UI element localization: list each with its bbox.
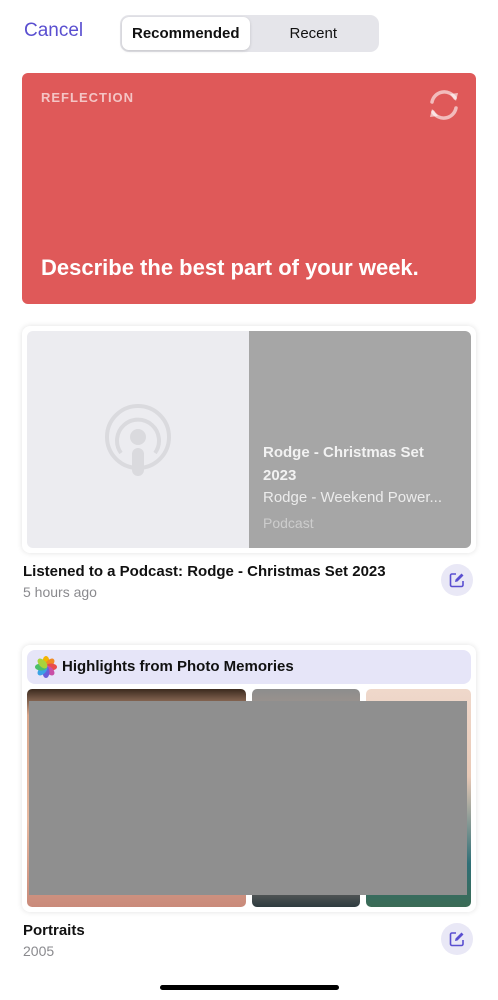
podcast-type-label: Podcast [263,515,314,531]
reflection-prompt: Describe the best part of your week. [41,255,419,280]
memories-entry-title: Portraits [23,922,85,939]
memories-title: Highlights from Photo Memories [62,658,294,675]
podcast-title: Rodge - Christmas Set 2023 [263,444,424,484]
top-bar: Cancel Recommended Recent [0,0,498,64]
cancel-button[interactable]: Cancel [24,20,83,42]
photos-app-icon [35,656,57,678]
podcast-subtitle: Rodge - Weekend Power... [263,489,442,506]
redaction-overlay [29,701,467,895]
memories-header: Highlights from Photo Memories [27,650,471,684]
compose-icon [449,932,464,947]
memories-entry-time: 2005 [23,943,55,959]
segmented-control: Recommended Recent [120,15,379,52]
podcast-entry-title: Listened to a Podcast: Rodge - Christmas… [23,563,386,580]
reflection-label: REFLECTION [41,90,135,105]
compose-icon [449,573,464,588]
podcast-card[interactable]: Rodge - Christmas Set 2023 Rodge - Weeke… [22,326,476,553]
podcast-icon [105,404,171,476]
home-indicator[interactable] [160,985,339,990]
tab-recommended[interactable]: Recommended [122,17,250,50]
edit-podcast-entry-button[interactable] [441,564,473,596]
podcast-entry-time: 5 hours ago [23,584,97,600]
tab-recent[interactable]: Recent [250,17,378,50]
reflection-card[interactable]: REFLECTION Describe the best part of you… [22,73,476,304]
podcast-artwork [27,331,249,548]
refresh-icon[interactable] [424,85,464,125]
podcast-info-panel: Rodge - Christmas Set 2023 Rodge - Weeke… [249,331,471,548]
photo-memories-card[interactable]: Highlights from Photo Memories [22,645,476,912]
edit-memories-entry-button[interactable] [441,923,473,955]
